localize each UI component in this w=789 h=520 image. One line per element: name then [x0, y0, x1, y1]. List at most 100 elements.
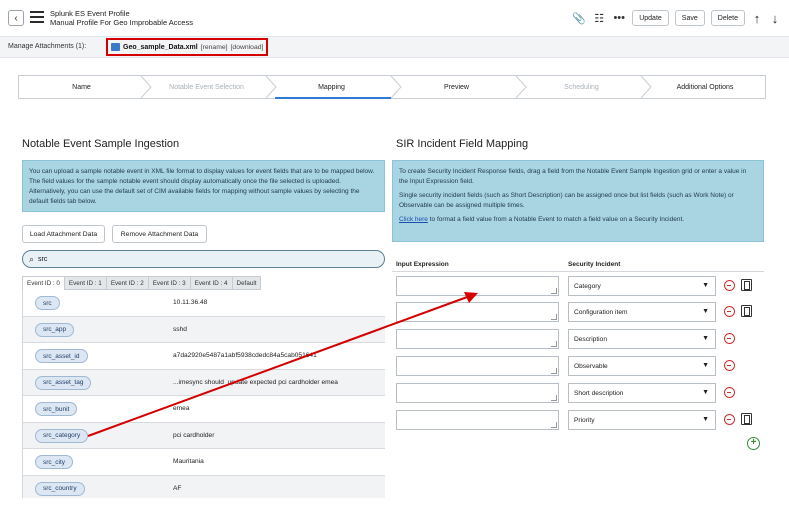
event-tabs: Event ID : 0 Event ID : 1 Event ID : 2 E…	[22, 276, 262, 290]
mapping-row: Observable ▼	[392, 354, 764, 378]
field-value: pci cardholder	[173, 431, 215, 439]
remove-attachment-data-button[interactable]: Remove Attachment Data	[112, 225, 207, 243]
security-incident-select[interactable]: Short description ▼	[568, 383, 716, 403]
load-attachment-data-button[interactable]: Load Attachment Data	[22, 225, 105, 243]
mapping-table-header: Input Expression Security Incident	[392, 258, 764, 272]
resize-handle[interactable]	[551, 314, 557, 320]
draggable-field[interactable]: src_bunit	[35, 402, 78, 416]
draggable-field[interactable]: src_category	[35, 428, 89, 443]
attachment-item: Geo_sample_Data.xml [rename] [download]	[106, 38, 268, 56]
record-name: Manual Profile For Geo Improbable Access	[50, 18, 193, 27]
mapping-row: Category ▼	[392, 274, 764, 298]
resize-handle[interactable]	[551, 422, 557, 428]
update-button[interactable]: Update	[632, 10, 669, 26]
attachment-file-link[interactable]: Geo_sample_Data.xml	[123, 44, 198, 51]
step-additional-options[interactable]: Additional Options	[644, 76, 766, 98]
security-incident-select[interactable]: Category ▼	[568, 276, 716, 296]
paperclip-icon[interactable]: 📎	[572, 12, 586, 25]
remove-icon[interactable]	[724, 387, 735, 398]
remove-icon[interactable]	[724, 280, 735, 291]
table-row: src_city Mauritania	[23, 449, 385, 476]
input-expression-field[interactable]	[396, 276, 559, 296]
resize-handle[interactable]	[551, 368, 557, 374]
sample-field-grid: src 10.11.36.48 src_app sshd src_asset_i…	[22, 290, 385, 498]
field-search-input[interactable]: ⌕ src	[22, 250, 385, 268]
step-separator	[515, 76, 527, 98]
remove-icon[interactable]	[724, 333, 735, 344]
settings-sliders-icon[interactable]: ☷	[592, 12, 606, 25]
tab-default[interactable]: Default	[232, 276, 262, 290]
field-value: 10.11.36.48	[173, 299, 208, 306]
step-notable-event-selection: Notable Event Selection	[169, 83, 244, 91]
table-row: src_asset_id a7da2920e5487a1abf5938cdedc…	[23, 343, 385, 370]
sample-ingestion-info-text: You can upload a sample notable event in…	[29, 168, 375, 205]
step-name[interactable]: Name	[19, 76, 144, 98]
tab-event-4[interactable]: Event ID : 4	[190, 276, 233, 290]
draggable-field[interactable]: src_city	[35, 455, 74, 469]
draggable-field[interactable]: src_asset_id	[35, 349, 88, 363]
tab-event-2[interactable]: Event ID : 2	[106, 276, 149, 290]
rename-link[interactable]: [rename]	[201, 44, 228, 51]
security-incident-select[interactable]: Priority ▼	[568, 410, 716, 430]
tab-event-1[interactable]: Event ID : 1	[64, 276, 107, 290]
security-incident-select[interactable]: Description ▼	[568, 329, 716, 349]
input-expression-field[interactable]	[396, 383, 559, 403]
table-row: src_bunit emea	[23, 396, 385, 423]
table-row: src_category pci cardholder	[23, 422, 385, 449]
remove-icon[interactable]	[724, 414, 735, 425]
field-value: emea	[173, 405, 190, 412]
reference-icon[interactable]	[741, 413, 752, 425]
add-icon[interactable]: +	[747, 437, 760, 450]
chevron-down-icon: ▼	[702, 362, 709, 369]
chevron-down-icon: ▼	[702, 335, 709, 342]
mapping-row: Configuration item ▼	[392, 300, 764, 324]
arrow-up-icon[interactable]: ↑	[751, 11, 763, 26]
resize-handle[interactable]	[551, 288, 557, 294]
field-value: a7da2920e5487a1abf5938cdedc84a5cab051641	[173, 352, 317, 359]
remove-icon[interactable]	[724, 306, 735, 317]
download-link[interactable]: [download]	[231, 44, 264, 51]
step-mapping[interactable]: Mapping	[269, 76, 394, 98]
reference-icon[interactable]	[741, 279, 752, 291]
field-value: ...imesync should_update expected pci ca…	[173, 378, 338, 386]
menu-icon[interactable]	[30, 11, 44, 23]
step-preview[interactable]: Preview	[394, 76, 519, 98]
resize-handle[interactable]	[551, 395, 557, 401]
file-icon	[111, 43, 120, 51]
security-incident-select[interactable]: Configuration item ▼	[568, 302, 716, 322]
input-expression-field[interactable]	[396, 329, 559, 349]
column-security-incident: Security Incident	[568, 261, 621, 268]
draggable-field[interactable]: src	[35, 296, 60, 310]
field-value: sshd	[173, 325, 187, 333]
tab-event-3[interactable]: Event ID : 3	[148, 276, 191, 290]
selected-value: Priority	[574, 416, 595, 424]
chevron-down-icon: ▼	[702, 282, 709, 289]
step-separator	[640, 76, 652, 98]
save-button[interactable]: Save	[674, 10, 705, 26]
search-icon: ⌕	[29, 253, 35, 264]
draggable-field[interactable]: src_asset_tag	[35, 375, 92, 390]
arrow-down-icon[interactable]: ↓	[769, 11, 781, 26]
draggable-field[interactable]: src_app	[35, 322, 75, 337]
security-incident-select[interactable]: Observable ▼	[568, 356, 716, 376]
more-icon[interactable]: •••	[612, 12, 626, 24]
input-expression-field[interactable]	[396, 356, 559, 376]
form-header: ‹ Splunk ES Event Profile Manual Profile…	[0, 0, 789, 36]
delete-button[interactable]: Delete	[710, 10, 745, 26]
field-mapping-info: To create Security Incident Response fie…	[392, 160, 764, 242]
header-actions: 📎 ☷ ••• Update Save Delete ↑ ↓	[572, 10, 781, 26]
record-title: Splunk ES Event Profile Manual Profile F…	[50, 9, 193, 27]
mapping-row: Short description ▼	[392, 381, 764, 405]
mapping-info-text: Single security incident fields (such as…	[399, 192, 734, 209]
resize-handle[interactable]	[551, 341, 557, 347]
draggable-field[interactable]: src_country	[35, 481, 85, 496]
input-expression-field[interactable]	[396, 302, 559, 322]
back-icon[interactable]: ‹	[8, 10, 24, 26]
mapping-row: Description ▼	[392, 327, 764, 351]
input-expression-field[interactable]	[396, 410, 559, 430]
tab-event-0[interactable]: Event ID : 0	[22, 276, 65, 290]
reference-icon[interactable]	[741, 305, 752, 317]
click-here-link[interactable]: Click here	[399, 216, 428, 223]
mapping-info-suffix: to format a field value from a Notable E…	[427, 216, 685, 223]
remove-icon[interactable]	[724, 360, 735, 371]
